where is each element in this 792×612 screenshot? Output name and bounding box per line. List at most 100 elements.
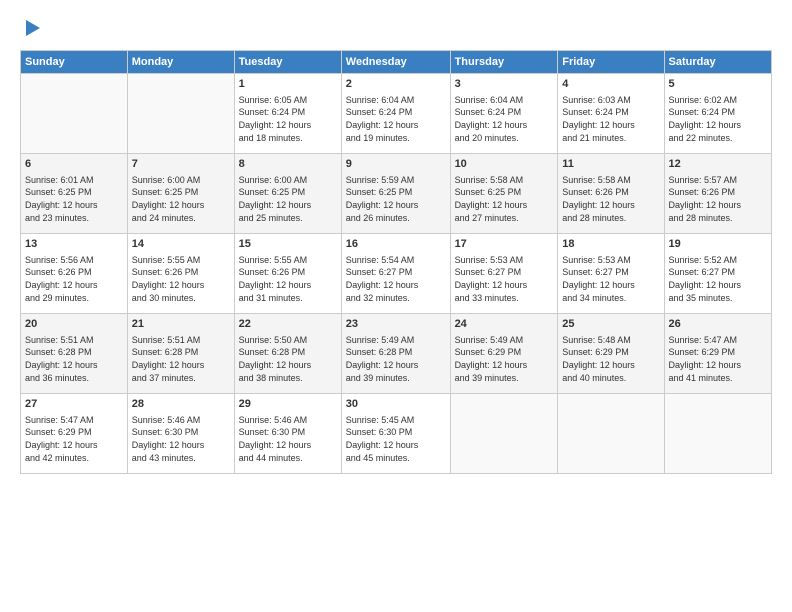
day-number: 12 bbox=[669, 157, 767, 172]
day-cell: 21 Sunrise: 5:51 AM Sunset: 6:28 PM Dayli… bbox=[127, 314, 234, 394]
day-cell bbox=[664, 394, 771, 474]
day-info: Sunrise: 5:45 AM Sunset: 6:30 PM Dayligh… bbox=[346, 414, 446, 464]
calendar-table: SundayMondayTuesdayWednesdayThursdayFrid… bbox=[20, 50, 772, 474]
header-row: SundayMondayTuesdayWednesdayThursdayFrid… bbox=[21, 51, 772, 74]
day-info: Sunrise: 6:01 AM Sunset: 6:25 PM Dayligh… bbox=[25, 174, 123, 224]
day-number: 1 bbox=[239, 77, 337, 92]
day-number: 9 bbox=[346, 157, 446, 172]
day-number: 26 bbox=[669, 317, 767, 332]
week-row-1: 6 Sunrise: 6:01 AM Sunset: 6:25 PM Daylig… bbox=[21, 154, 772, 234]
day-cell: 13Sunrise: 5:56 AM Sunset: 6:26 PM Dayli… bbox=[21, 234, 128, 314]
day-info: Sunrise: 5:56 AM Sunset: 6:26 PM Dayligh… bbox=[25, 254, 123, 304]
day-info: Sunrise: 5:58 AM Sunset: 6:25 PM Dayligh… bbox=[455, 174, 554, 224]
day-cell bbox=[558, 394, 664, 474]
day-number: 30 bbox=[346, 397, 446, 412]
day-number: 7 bbox=[132, 157, 230, 172]
day-cell: 20Sunrise: 5:51 AM Sunset: 6:28 PM Dayli… bbox=[21, 314, 128, 394]
logo bbox=[20, 18, 40, 40]
day-cell: 30 Sunrise: 5:45 AM Sunset: 6:30 PM Dayli… bbox=[341, 394, 450, 474]
header bbox=[20, 18, 772, 40]
day-info: Sunrise: 6:02 AM Sunset: 6:24 PM Dayligh… bbox=[669, 94, 767, 144]
day-number: 27 bbox=[25, 397, 123, 412]
day-info: Sunrise: 5:55 AM Sunset: 6:26 PM Dayligh… bbox=[132, 254, 230, 304]
day-info: Sunrise: 5:51 AM Sunset: 6:28 PM Dayligh… bbox=[25, 334, 123, 384]
day-info: Sunrise: 5:58 AM Sunset: 6:26 PM Dayligh… bbox=[562, 174, 659, 224]
day-cell: 5 Sunrise: 6:02 AM Sunset: 6:24 PM Daylig… bbox=[664, 74, 771, 154]
day-number: 11 bbox=[562, 157, 659, 172]
day-info: Sunrise: 5:57 AM Sunset: 6:26 PM Dayligh… bbox=[669, 174, 767, 224]
day-cell: 29Sunrise: 5:46 AM Sunset: 6:30 PM Dayli… bbox=[234, 394, 341, 474]
day-number: 14 bbox=[132, 237, 230, 252]
day-info: Sunrise: 6:00 AM Sunset: 6:25 PM Dayligh… bbox=[239, 174, 337, 224]
day-number: 2 bbox=[346, 77, 446, 92]
header-cell-saturday: Saturday bbox=[664, 51, 771, 74]
day-number: 22 bbox=[239, 317, 337, 332]
header-cell-friday: Friday bbox=[558, 51, 664, 74]
week-row-2: 13Sunrise: 5:56 AM Sunset: 6:26 PM Dayli… bbox=[21, 234, 772, 314]
day-number: 21 bbox=[132, 317, 230, 332]
day-info: Sunrise: 6:04 AM Sunset: 6:24 PM Dayligh… bbox=[455, 94, 554, 144]
day-info: Sunrise: 5:55 AM Sunset: 6:26 PM Dayligh… bbox=[239, 254, 337, 304]
header-cell-monday: Monday bbox=[127, 51, 234, 74]
day-cell: 9 Sunrise: 5:59 AM Sunset: 6:25 PM Daylig… bbox=[341, 154, 450, 234]
day-number: 15 bbox=[239, 237, 337, 252]
day-cell: 25Sunrise: 5:48 AM Sunset: 6:29 PM Dayli… bbox=[558, 314, 664, 394]
day-info: Sunrise: 6:00 AM Sunset: 6:25 PM Dayligh… bbox=[132, 174, 230, 224]
day-info: Sunrise: 5:51 AM Sunset: 6:28 PM Dayligh… bbox=[132, 334, 230, 384]
day-cell: 14 Sunrise: 5:55 AM Sunset: 6:26 PM Dayli… bbox=[127, 234, 234, 314]
header-cell-sunday: Sunday bbox=[21, 51, 128, 74]
day-cell: 11 Sunrise: 5:58 AM Sunset: 6:26 PM Dayli… bbox=[558, 154, 664, 234]
day-cell: 28 Sunrise: 5:46 AM Sunset: 6:30 PM Dayli… bbox=[127, 394, 234, 474]
day-number: 3 bbox=[455, 77, 554, 92]
day-number: 17 bbox=[455, 237, 554, 252]
day-number: 28 bbox=[132, 397, 230, 412]
day-info: Sunrise: 5:54 AM Sunset: 6:27 PM Dayligh… bbox=[346, 254, 446, 304]
day-cell: 2Sunrise: 6:04 AM Sunset: 6:24 PM Daylig… bbox=[341, 74, 450, 154]
day-number: 8 bbox=[239, 157, 337, 172]
day-number: 4 bbox=[562, 77, 659, 92]
day-number: 16 bbox=[346, 237, 446, 252]
day-number: 23 bbox=[346, 317, 446, 332]
page: SundayMondayTuesdayWednesdayThursdayFrid… bbox=[0, 0, 792, 612]
day-cell: 22 Sunrise: 5:50 AM Sunset: 6:28 PM Dayli… bbox=[234, 314, 341, 394]
header-cell-tuesday: Tuesday bbox=[234, 51, 341, 74]
day-cell: 6 Sunrise: 6:01 AM Sunset: 6:25 PM Daylig… bbox=[21, 154, 128, 234]
day-number: 19 bbox=[669, 237, 767, 252]
day-cell: 10 Sunrise: 5:58 AM Sunset: 6:25 PM Dayli… bbox=[450, 154, 558, 234]
day-info: Sunrise: 5:46 AM Sunset: 6:30 PM Dayligh… bbox=[132, 414, 230, 464]
day-cell: 27 Sunrise: 5:47 AM Sunset: 6:29 PM Dayli… bbox=[21, 394, 128, 474]
day-cell: 26 Sunrise: 5:47 AM Sunset: 6:29 PM Dayli… bbox=[664, 314, 771, 394]
day-cell: 4 Sunrise: 6:03 AM Sunset: 6:24 PM Daylig… bbox=[558, 74, 664, 154]
day-number: 10 bbox=[455, 157, 554, 172]
header-cell-thursday: Thursday bbox=[450, 51, 558, 74]
day-cell: 1 Sunrise: 6:05 AM Sunset: 6:24 PM Daylig… bbox=[234, 74, 341, 154]
week-row-0: 1 Sunrise: 6:05 AM Sunset: 6:24 PM Daylig… bbox=[21, 74, 772, 154]
day-cell: 3 Sunrise: 6:04 AM Sunset: 6:24 PM Daylig… bbox=[450, 74, 558, 154]
day-info: Sunrise: 6:03 AM Sunset: 6:24 PM Dayligh… bbox=[562, 94, 659, 144]
day-number: 6 bbox=[25, 157, 123, 172]
day-number: 5 bbox=[669, 77, 767, 92]
day-number: 18 bbox=[562, 237, 659, 252]
day-cell: 12 Sunrise: 5:57 AM Sunset: 6:26 PM Dayli… bbox=[664, 154, 771, 234]
day-cell: 18 Sunrise: 5:53 AM Sunset: 6:27 PM Dayli… bbox=[558, 234, 664, 314]
day-cell: 7 Sunrise: 6:00 AM Sunset: 6:25 PM Daylig… bbox=[127, 154, 234, 234]
day-info: Sunrise: 5:52 AM Sunset: 6:27 PM Dayligh… bbox=[669, 254, 767, 304]
day-cell: 8 Sunrise: 6:00 AM Sunset: 6:25 PM Daylig… bbox=[234, 154, 341, 234]
day-cell bbox=[21, 74, 128, 154]
day-cell: 15 Sunrise: 5:55 AM Sunset: 6:26 PM Dayli… bbox=[234, 234, 341, 314]
logo-icon bbox=[22, 18, 40, 40]
day-info: Sunrise: 5:49 AM Sunset: 6:29 PM Dayligh… bbox=[455, 334, 554, 384]
day-info: Sunrise: 5:50 AM Sunset: 6:28 PM Dayligh… bbox=[239, 334, 337, 384]
week-row-3: 20Sunrise: 5:51 AM Sunset: 6:28 PM Dayli… bbox=[21, 314, 772, 394]
day-cell: 16 Sunrise: 5:54 AM Sunset: 6:27 PM Dayli… bbox=[341, 234, 450, 314]
day-info: Sunrise: 6:05 AM Sunset: 6:24 PM Dayligh… bbox=[239, 94, 337, 144]
day-info: Sunrise: 5:49 AM Sunset: 6:28 PM Dayligh… bbox=[346, 334, 446, 384]
header-cell-wednesday: Wednesday bbox=[341, 51, 450, 74]
day-number: 29 bbox=[239, 397, 337, 412]
day-cell bbox=[127, 74, 234, 154]
day-info: Sunrise: 5:47 AM Sunset: 6:29 PM Dayligh… bbox=[25, 414, 123, 464]
day-info: Sunrise: 5:47 AM Sunset: 6:29 PM Dayligh… bbox=[669, 334, 767, 384]
day-number: 25 bbox=[562, 317, 659, 332]
day-info: Sunrise: 5:59 AM Sunset: 6:25 PM Dayligh… bbox=[346, 174, 446, 224]
day-info: Sunrise: 5:53 AM Sunset: 6:27 PM Dayligh… bbox=[562, 254, 659, 304]
